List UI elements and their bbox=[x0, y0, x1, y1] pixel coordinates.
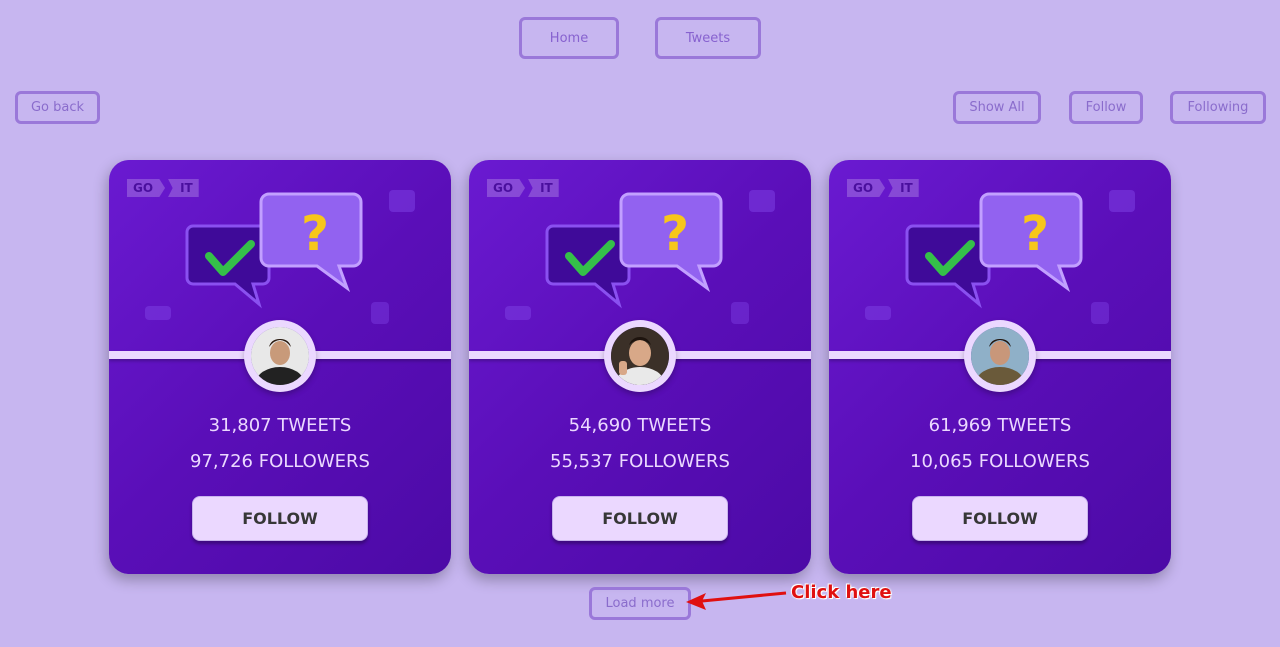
click-here-annotation: Click here bbox=[791, 582, 892, 603]
followers-count: 55,537 FOLLOWERS bbox=[550, 451, 730, 472]
logo-it: IT bbox=[888, 179, 919, 197]
tweets-count: 54,690 TWEETS bbox=[568, 415, 712, 436]
follow-button[interactable]: FOLLOW bbox=[192, 496, 368, 541]
avatar-frame bbox=[604, 320, 676, 392]
load-more-button[interactable]: Load more bbox=[589, 587, 691, 620]
show-all-filter-button[interactable]: Show All bbox=[953, 91, 1041, 124]
annotation-arrow-icon bbox=[686, 591, 787, 610]
svg-text:?: ? bbox=[301, 206, 329, 262]
nav-home-button[interactable]: Home bbox=[519, 17, 619, 59]
avatar bbox=[971, 327, 1029, 385]
goit-logo: GO IT bbox=[127, 179, 199, 197]
logo-go: GO bbox=[847, 179, 886, 197]
avatar-frame bbox=[244, 320, 316, 392]
logo-it: IT bbox=[168, 179, 199, 197]
user-card: ? GO IT 31,807 TWEETS 97,726 FOLLOWERS F… bbox=[109, 160, 451, 574]
followers-count: 97,726 FOLLOWERS bbox=[190, 451, 370, 472]
logo-go: GO bbox=[487, 179, 526, 197]
logo-go: GO bbox=[127, 179, 166, 197]
user-card: ? GO IT 61,969 TWEETS 10,065 FOLLOWERS F… bbox=[829, 160, 1171, 574]
nav-tweets-button[interactable]: Tweets bbox=[655, 17, 761, 59]
avatar bbox=[611, 327, 669, 385]
followers-count: 10,065 FOLLOWERS bbox=[910, 451, 1090, 472]
logo-it: IT bbox=[528, 179, 559, 197]
svg-text:?: ? bbox=[1021, 206, 1049, 262]
tweets-count: 61,969 TWEETS bbox=[928, 415, 1072, 436]
follow-button[interactable]: FOLLOW bbox=[552, 496, 728, 541]
tweets-count: 31,807 TWEETS bbox=[208, 415, 352, 436]
go-back-button[interactable]: Go back bbox=[15, 91, 100, 124]
goit-logo: GO IT bbox=[487, 179, 559, 197]
avatar-frame bbox=[964, 320, 1036, 392]
following-filter-button[interactable]: Following bbox=[1170, 91, 1266, 124]
goit-logo: GO IT bbox=[847, 179, 919, 197]
avatar bbox=[251, 327, 309, 385]
user-card: ? GO IT 54,690 TWEETS 55,537 FOLLOWERS F… bbox=[469, 160, 811, 574]
follow-filter-button[interactable]: Follow bbox=[1069, 91, 1143, 124]
svg-text:?: ? bbox=[661, 206, 689, 262]
follow-button[interactable]: FOLLOW bbox=[912, 496, 1088, 541]
